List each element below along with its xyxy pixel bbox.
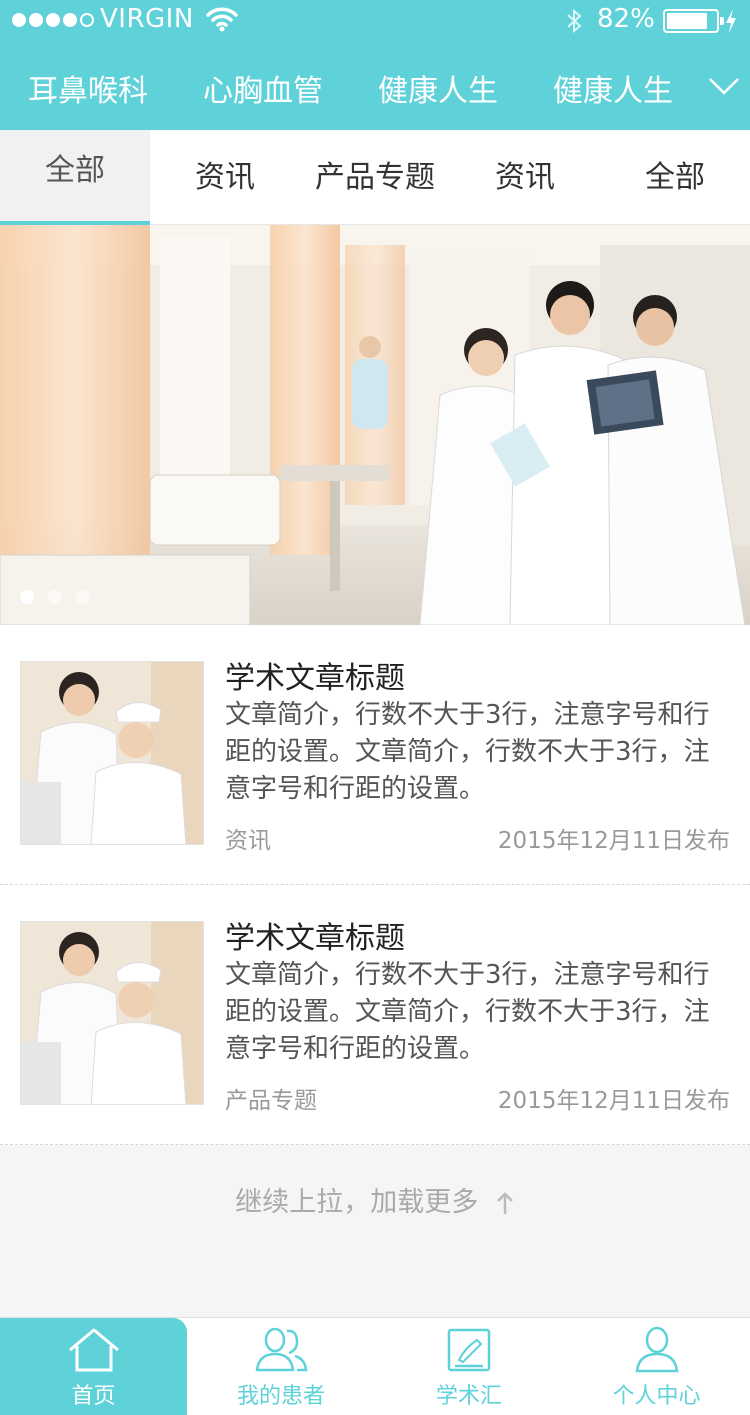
load-more-hint: 继续上拉，加载更多 (0, 1180, 750, 1219)
charging-icon (726, 9, 736, 33)
tab-news-2[interactable]: 资讯 (450, 130, 600, 225)
article-summary: 文章简介，行数不大于3行，注意字号和行距的设置。文章简介，行数不大于3行，注意字… (225, 960, 710, 1064)
academic-icon (447, 1328, 491, 1372)
tab-product-topics[interactable]: 产品专题 (300, 130, 450, 225)
article-date: 2015年12月11日发布 (497, 828, 730, 854)
wifi-icon (206, 7, 238, 32)
article-list-item[interactable]: 学术文章标题 文章简介，行数不大于3行，注意字号和行距的设置。文章简介，行数不大… (0, 885, 750, 1145)
tab-all-2[interactable]: 全部 (600, 130, 750, 225)
category-item-cardio[interactable]: 心胸血管 (203, 66, 323, 110)
chevron-down-icon[interactable] (708, 76, 740, 96)
patients-icon (255, 1327, 308, 1372)
carousel-dot[interactable] (48, 590, 62, 604)
tab-news[interactable]: 资讯 (150, 130, 300, 225)
battery-icon (663, 9, 724, 33)
tab-my-patients-label: 我的患者 (236, 1384, 325, 1409)
tab-academic[interactable]: 学术汇 (375, 1318, 563, 1415)
category-item-health-2[interactable]: 健康人生 (553, 66, 673, 110)
category-nav: 耳鼻喉科 心胸血管 健康人生 健康人生 (0, 58, 750, 118)
article-thumbnail (20, 921, 204, 1105)
tab-home[interactable]: 首页 (0, 1318, 187, 1415)
tab-home-label: 首页 (71, 1384, 116, 1409)
article-list-item[interactable]: 学术文章标题 文章简介，行数不大于3行，注意字号和行距的设置。文章简介，行数不大… (0, 625, 750, 885)
tab-profile-label: 个人中心 (612, 1384, 701, 1409)
tab-profile[interactable]: 个人中心 (563, 1318, 750, 1415)
home-icon (68, 1328, 119, 1372)
tab-all[interactable]: 全部 (0, 130, 150, 225)
load-more-text: 继续上拉，加载更多 (235, 1187, 479, 1218)
top-bar: VIRGIN 82% 耳鼻喉科 心胸血管 健康人生 健康人生 (0, 0, 750, 130)
article-date: 2015年12月11日发布 (497, 1088, 730, 1114)
article-tag: 资讯 (225, 828, 271, 854)
carrier-name: VIRGIN (100, 4, 194, 34)
article-title: 学术文章标题 (225, 921, 405, 956)
status-bar: VIRGIN 82% (0, 0, 750, 42)
category-item-health-1[interactable]: 健康人生 (378, 66, 498, 110)
filter-tabs: 全部 资讯 产品专题 资讯 全部 (0, 130, 750, 225)
carousel-pagination (20, 590, 90, 604)
article-thumbnail (20, 661, 204, 845)
battery-percentage: 82% (597, 4, 655, 34)
article-tag: 产品专题 (225, 1088, 317, 1114)
bottom-tab-bar: 首页 我的患者 学术汇 个人中心 (0, 1317, 750, 1415)
article-summary: 文章简介，行数不大于3行，注意字号和行距的设置。文章简介，行数不大于3行，注意字… (225, 700, 710, 804)
bluetooth-icon (567, 8, 582, 34)
article-title: 学术文章标题 (225, 661, 405, 696)
banner-image (0, 225, 750, 625)
profile-icon (635, 1326, 678, 1373)
category-item-ent[interactable]: 耳鼻喉科 (28, 66, 148, 110)
tab-my-patients[interactable]: 我的患者 (187, 1318, 375, 1415)
carousel-dot[interactable] (76, 590, 90, 604)
banner-carousel[interactable] (0, 225, 750, 625)
carousel-dot[interactable] (20, 590, 34, 604)
tab-academic-label: 学术汇 (435, 1384, 502, 1409)
arrow-up-icon (496, 1191, 513, 1214)
signal-strength-indicator (12, 13, 94, 27)
